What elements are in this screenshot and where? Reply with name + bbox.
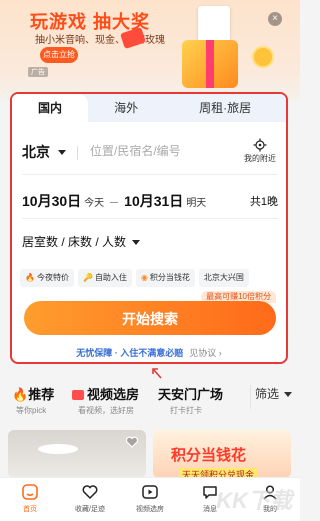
chip-points-cash[interactable]: ◉ 积分当钱花 xyxy=(135,269,195,287)
chevron-down-icon xyxy=(58,150,66,155)
ceiling-lamp-image xyxy=(38,444,78,454)
search-tabs: 国内 海外 周租·旅居 xyxy=(12,94,286,122)
quick-filter-chips: 🔥 今夜特价 🔑 自助入住 ◉ 积分当钱花 北京大兴国 xyxy=(20,267,282,287)
city-row: 北京 我的附近 xyxy=(22,138,278,164)
nav-video-room[interactable]: 视频选房 xyxy=(120,478,180,521)
banner-cta-button[interactable]: 点击立抢 xyxy=(40,47,78,63)
tab-domestic[interactable]: 国内 xyxy=(12,94,89,122)
nearby-button[interactable]: 我的附近 xyxy=(242,138,278,164)
feature-recommend[interactable]: 🔥推荐 等你pick xyxy=(12,384,54,416)
guarantee-text: 无忧保障 · 入住不满意必赔 xyxy=(76,348,184,358)
home-icon xyxy=(22,484,38,500)
nav-label: 收藏/足迹 xyxy=(75,506,105,513)
nav-label: 视频选房 xyxy=(136,506,164,513)
guarantee-line: 无忧保障 · 入住不满意必赔 见协议 › xyxy=(12,346,286,359)
feature-video-room[interactable]: 视频选房 看视频，选好房 xyxy=(72,384,139,416)
fire-icon: 🔥 xyxy=(25,273,35,282)
tab-overseas[interactable]: 海外 xyxy=(88,94,164,122)
feature-sub: 等你pick xyxy=(16,406,47,415)
feature-sub: 打卡打卡 xyxy=(170,406,202,415)
chevron-down-icon xyxy=(284,392,292,398)
agreement-link[interactable]: 见协议 › xyxy=(189,348,222,358)
promo-banner[interactable]: 玩游戏 抽大奖 抽小米音响、现金、豪密玫瑰 点击立抢 广告 × xyxy=(0,0,300,100)
gift-ribbon-image xyxy=(206,40,214,88)
points-promo-card[interactable]: 积分当钱花 天天领积分兑现金 xyxy=(153,430,291,478)
heart-icon[interactable] xyxy=(125,435,139,449)
room-guest-selector[interactable]: 居室数 / 床数 / 人数 xyxy=(22,233,141,250)
chip-self-checkin[interactable]: 🔑 自助入住 xyxy=(77,269,132,287)
room-guest-label: 居室数 / 床数 / 人数 xyxy=(22,235,127,249)
divider xyxy=(22,174,278,175)
search-card: 国内 海外 周租·旅居 北京 我的附近 10月30日今天 10月31日明天 共1晚… xyxy=(10,92,288,364)
search-input[interactable] xyxy=(88,143,212,159)
chip-label: 自助入住 xyxy=(94,273,127,282)
filter-label: 筛选 xyxy=(254,387,279,401)
coin-icon xyxy=(252,46,274,68)
divider xyxy=(250,385,251,409)
tab-weekly-rental[interactable]: 周租·旅居 xyxy=(164,94,286,122)
nights-count: 共1晚 xyxy=(249,196,278,208)
coin-icon: ◉ xyxy=(140,273,148,282)
feature-tiananmen[interactable]: 天安门广场 打卡打卡 xyxy=(158,384,223,416)
date-dash xyxy=(110,201,119,203)
feature-title: 天安门广场 xyxy=(158,387,224,402)
chevron-down-icon xyxy=(132,240,141,246)
feature-title: 视频选房 xyxy=(87,387,140,402)
divider xyxy=(77,146,78,160)
chip-daxing-airport[interactable]: 北京大兴国 xyxy=(198,269,249,287)
watermark: KK下载 xyxy=(216,488,292,513)
date-selector[interactable]: 10月30日 今天 10月31日 明天 共1晚 xyxy=(22,191,278,209)
checkin-date: 10月30日 xyxy=(22,193,82,209)
checkout-day: 明天 xyxy=(186,198,207,209)
nav-favorites[interactable]: 收藏/足迹 xyxy=(60,478,120,521)
banner-close-icon[interactable]: × xyxy=(268,12,282,26)
city-selector[interactable]: 北京 xyxy=(22,142,50,162)
banner-subtitle: 抽小米音响、现金、豪密玫瑰 xyxy=(35,35,165,46)
arrow-up-icon xyxy=(152,368,162,379)
promo-title: 积分当钱花 xyxy=(171,447,247,464)
chip-label: 积分当钱花 xyxy=(149,273,190,282)
nearby-label: 我的附近 xyxy=(244,154,276,163)
heart-icon xyxy=(82,485,98,500)
chip-tonight-deal[interactable]: 🔥 今夜特价 xyxy=(20,269,74,287)
checkout-date: 10月31日 xyxy=(124,193,184,209)
feature-title: 推荐 xyxy=(28,387,55,402)
divider xyxy=(22,218,278,219)
video-icon xyxy=(72,390,84,400)
locate-icon xyxy=(253,138,267,152)
nav-home[interactable]: 首页 xyxy=(0,478,60,521)
filter-button[interactable]: 筛选 xyxy=(255,385,292,402)
chip-label: 今夜特价 xyxy=(36,273,69,282)
chip-label: 北京大兴国 xyxy=(203,273,244,282)
checkin-day: 今天 xyxy=(84,198,105,209)
ad-tag: 广告 xyxy=(28,67,48,77)
video-icon xyxy=(142,485,158,499)
fire-icon: 🔥 xyxy=(12,387,29,402)
nav-label: 首页 xyxy=(23,506,37,513)
key-icon: 🔑 xyxy=(82,273,93,282)
listing-card[interactable] xyxy=(8,430,146,478)
feature-sub: 看视频，选好房 xyxy=(78,406,134,415)
start-search-button[interactable]: 开始搜索 xyxy=(24,301,276,335)
